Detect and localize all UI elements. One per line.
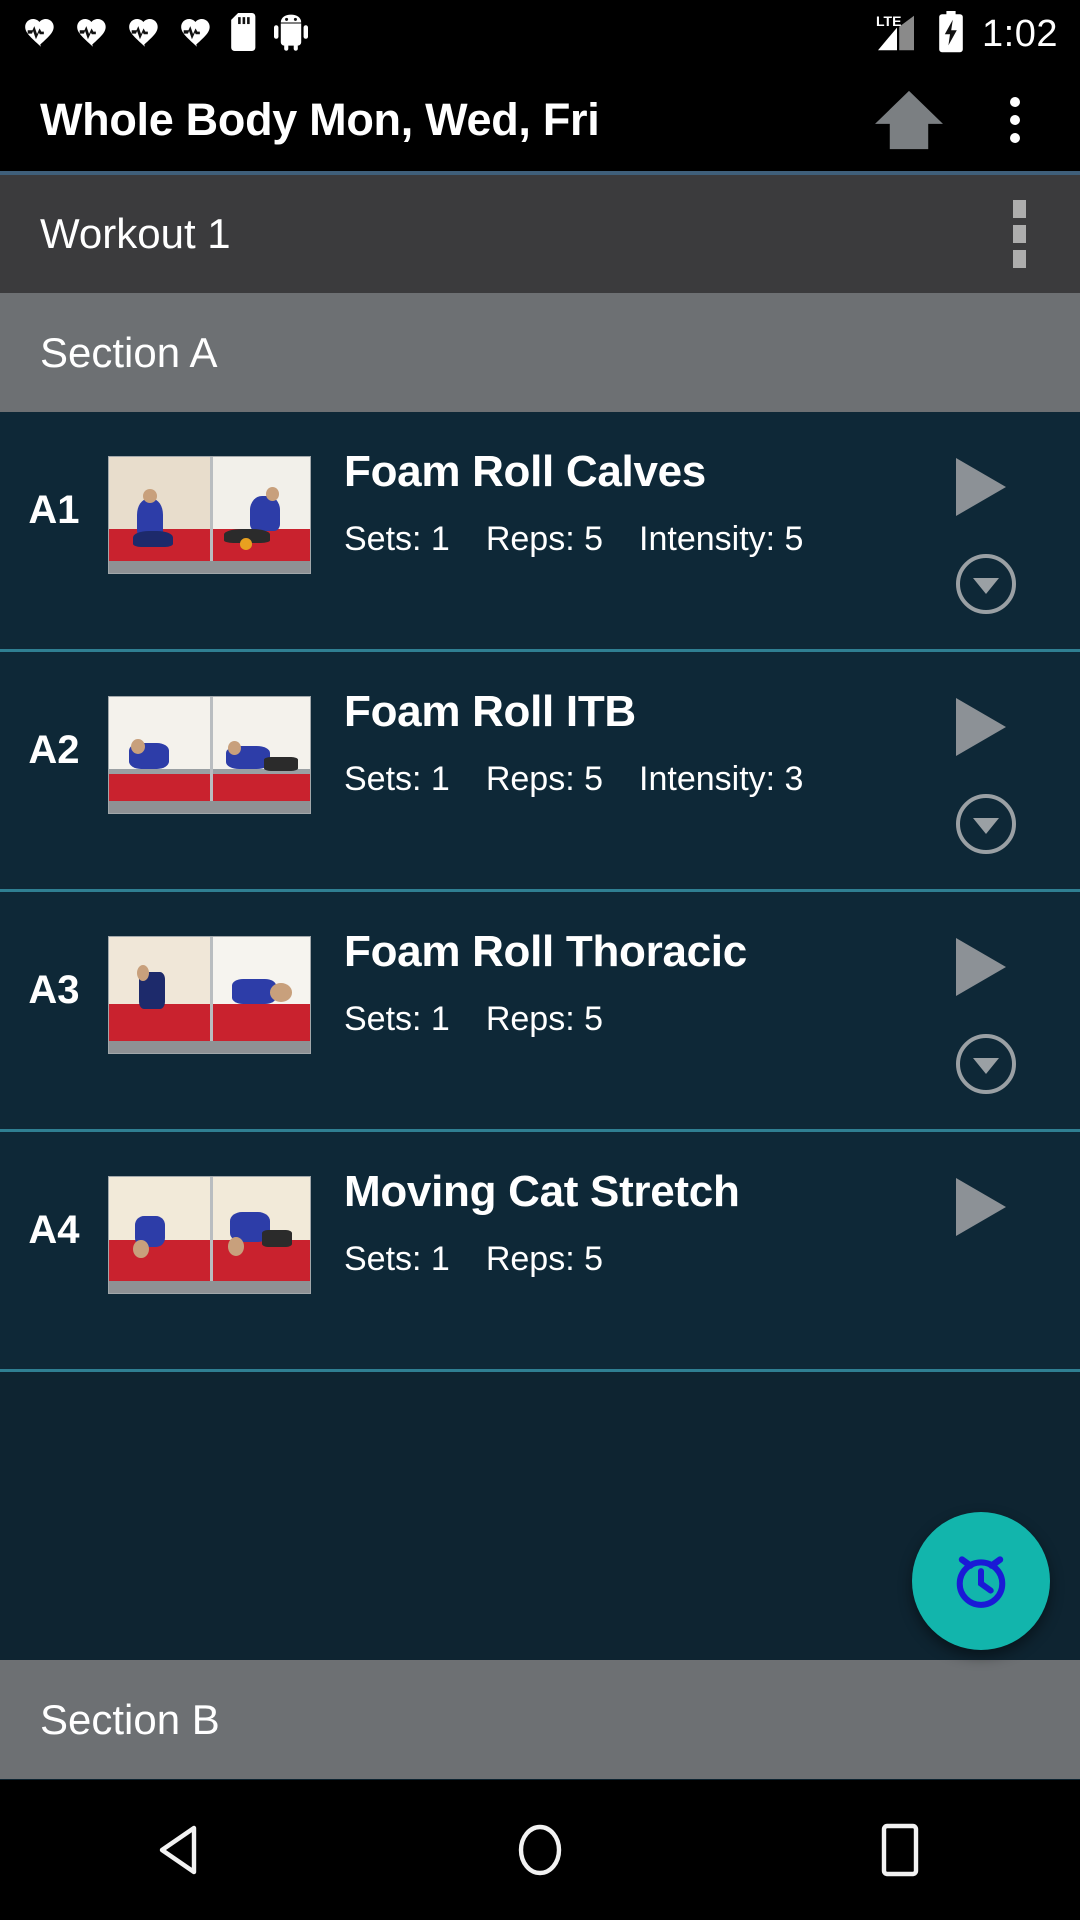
- exercise-actions: [920, 892, 1080, 1129]
- drag-handle-icon[interactable]: [999, 190, 1040, 278]
- exercise-reps: Reps: 5: [485, 1000, 604, 1039]
- status-bar-notification-icons: [22, 12, 874, 56]
- workout-header[interactable]: Workout 1: [0, 175, 1080, 293]
- exercise-thumbnail[interactable]: [108, 936, 311, 1054]
- exercise-name: Foam Roll ITB: [344, 687, 636, 736]
- section-title: Section A: [40, 328, 218, 376]
- list-item[interactable]: A3 Foam Roll Thoracic Sets: 1 Reps: 5: [0, 892, 1080, 1132]
- alarm-clock-icon: [944, 1542, 1018, 1621]
- page-title: Whole Body Mon, Wed, Fri: [40, 93, 600, 145]
- home-circle-icon[interactable]: [470, 1780, 610, 1920]
- exercise-actions: [920, 1132, 1080, 1369]
- heart-pulse-icon: [74, 13, 112, 56]
- play-icon[interactable]: [950, 454, 1012, 525]
- exercise-list: A1 Foam Roll Calves Sets: 1 Reps: 5 Inte…: [0, 412, 1080, 1372]
- exercise-order-label: A1: [28, 487, 80, 532]
- exercise-order-label: A3: [28, 967, 80, 1012]
- workout-title: Workout 1: [40, 210, 231, 257]
- exercise-info: Foam Roll ITB Sets: 1 Reps: 5 Intensity:…: [311, 652, 920, 799]
- exercise-reps: Reps: 5: [485, 760, 604, 799]
- system-navigation-bar: [0, 1780, 1080, 1920]
- svg-text:LTE: LTE: [876, 13, 901, 29]
- play-icon[interactable]: [950, 1174, 1012, 1245]
- exercise-thumbnail[interactable]: [108, 696, 311, 814]
- heart-pulse-icon: [22, 13, 60, 56]
- kebab-dot: [1010, 114, 1020, 125]
- exercise-stats: Sets: 1 Reps: 5 Intensity: 5: [344, 520, 920, 559]
- list-item[interactable]: A1 Foam Roll Calves Sets: 1 Reps: 5 Inte…: [0, 412, 1080, 652]
- more-vertical-icon[interactable]: [990, 85, 1040, 155]
- list-item[interactable]: A2 Foam Roll ITB Sets: 1 Reps: 5 Intensi…: [0, 652, 1080, 892]
- section-header-b[interactable]: Section B: [0, 1660, 1080, 1779]
- exercise-info: Foam Roll Calves Sets: 1 Reps: 5 Intensi…: [311, 412, 920, 559]
- status-bar-clock: 1:02: [982, 12, 1058, 55]
- exercise-info: Foam Roll Thoracic Sets: 1 Reps: 5: [311, 892, 920, 1039]
- signal-bars-icon: LTE: [874, 11, 926, 58]
- battery-charging-icon: [938, 10, 964, 58]
- exercise-name: Foam Roll Calves: [344, 447, 706, 496]
- recents-square-icon[interactable]: [830, 1780, 970, 1920]
- exercise-sets: Sets: 1: [344, 1240, 450, 1279]
- exercise-sets: Sets: 1: [344, 760, 450, 799]
- handle-dot: [1013, 200, 1026, 218]
- chevron-down-circle-icon[interactable]: [954, 552, 1018, 616]
- back-triangle-icon[interactable]: [110, 1780, 250, 1920]
- exercise-stats: Sets: 1 Reps: 5: [344, 1240, 920, 1279]
- play-icon[interactable]: [950, 694, 1012, 765]
- exercise-stats: Sets: 1 Reps: 5 Intensity: 3: [344, 760, 920, 799]
- exercise-intensity: Intensity: 3: [639, 760, 804, 799]
- status-bar: LTE 1:02: [0, 0, 1080, 68]
- exercise-intensity: Intensity: 5: [639, 520, 804, 559]
- exercise-sets: Sets: 1: [344, 520, 450, 559]
- kebab-dot: [1010, 96, 1020, 107]
- exercise-info: Moving Cat Stretch Sets: 1 Reps: 5: [311, 1132, 920, 1279]
- chevron-down-circle-icon[interactable]: [954, 792, 1018, 856]
- exercise-actions: [920, 652, 1080, 889]
- play-icon[interactable]: [950, 934, 1012, 1005]
- exercise-reps: Reps: 5: [485, 520, 604, 559]
- exercise-reps: Reps: 5: [485, 1240, 604, 1279]
- home-icon[interactable]: [870, 85, 948, 155]
- kebab-dot: [1010, 132, 1020, 143]
- exercise-order-label: A2: [28, 727, 80, 772]
- chevron-down-circle-icon[interactable]: [954, 1032, 1018, 1096]
- handle-dot: [1013, 250, 1026, 268]
- exercise-thumbnail[interactable]: [108, 1176, 311, 1294]
- list-item[interactable]: A4 Moving Cat Stretch Sets: 1 Reps: 5: [0, 1132, 1080, 1372]
- heart-pulse-icon: [126, 13, 164, 56]
- exercise-actions: [920, 412, 1080, 649]
- exercise-thumbnail[interactable]: [108, 456, 311, 574]
- app-bar: Whole Body Mon, Wed, Fri: [0, 68, 1080, 171]
- exercise-stats: Sets: 1 Reps: 5: [344, 1000, 920, 1039]
- android-robot-icon: [274, 13, 308, 56]
- exercise-order-label: A4: [28, 1207, 80, 1252]
- sd-card-icon: [230, 12, 260, 56]
- app-screen: LTE 1:02 Whole Body Mon, Wed, Fri Workou…: [0, 0, 1080, 1920]
- handle-dot: [1013, 225, 1026, 243]
- alarm-timer-fab[interactable]: [912, 1512, 1050, 1650]
- exercise-name: Foam Roll Thoracic: [344, 927, 747, 976]
- section-title: Section B: [40, 1695, 220, 1743]
- exercise-sets: Sets: 1: [344, 1000, 450, 1039]
- section-header-a[interactable]: Section A: [0, 293, 1080, 412]
- exercise-name: Moving Cat Stretch: [344, 1167, 740, 1216]
- status-bar-system-icons: LTE 1:02: [874, 10, 1058, 58]
- heart-pulse-icon: [178, 13, 216, 56]
